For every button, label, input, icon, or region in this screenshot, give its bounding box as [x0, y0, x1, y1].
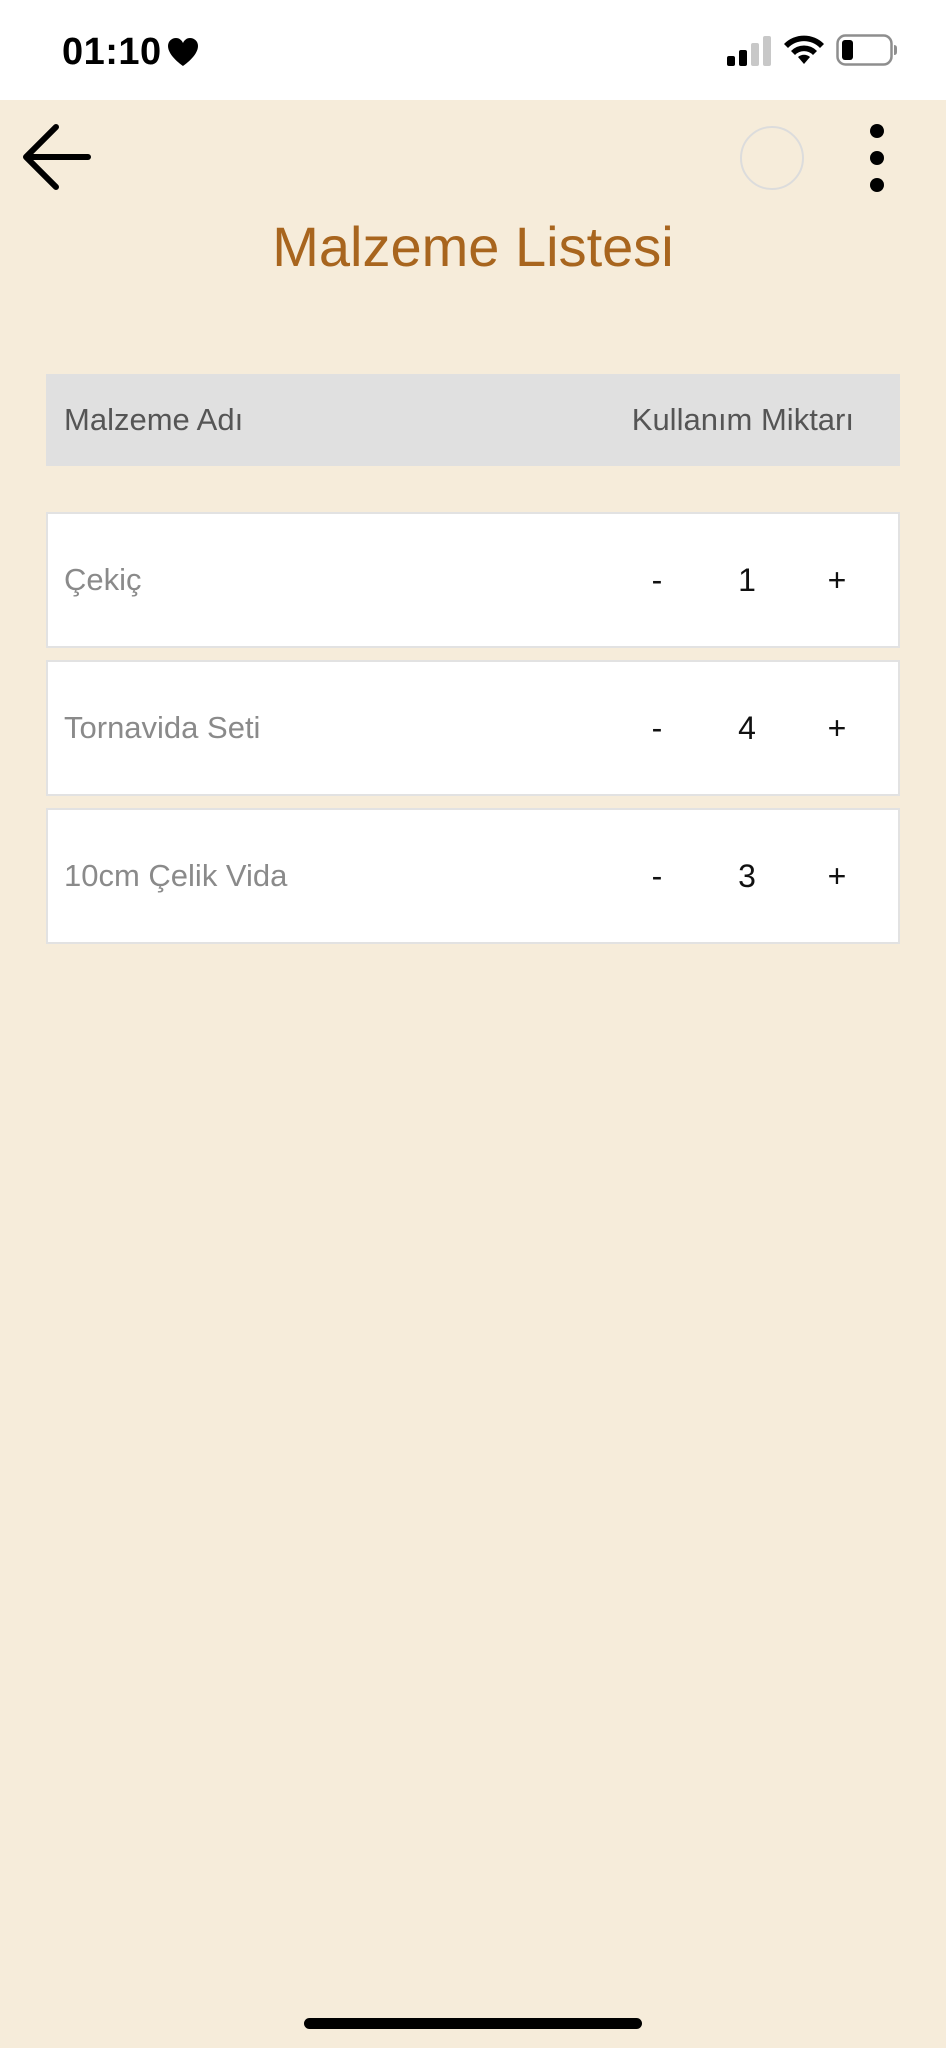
- header-material-name: Malzeme Adı: [64, 402, 244, 437]
- more-vertical-icon-dot: [870, 178, 884, 192]
- decrease-button[interactable]: -: [632, 514, 682, 646]
- quantity-value: 1: [738, 562, 756, 598]
- battery-icon: [836, 34, 897, 66]
- page-title: Malzeme Listesi: [272, 215, 674, 278]
- material-name: Tornavida Seti: [64, 710, 261, 745]
- heart-icon: [168, 38, 198, 66]
- arrow-left-icon: [23, 124, 91, 190]
- decrease-button[interactable]: -: [632, 662, 682, 794]
- wifi-icon: [784, 35, 824, 64]
- list-item: Çekiç - 1 +: [46, 512, 900, 648]
- more-vertical-icon-dot: [870, 124, 884, 138]
- status-circle-icon: [740, 126, 804, 190]
- home-indicator[interactable]: [304, 2018, 642, 2029]
- list-item: 10cm Çelik Vida - 3 +: [46, 808, 900, 944]
- material-name: 10cm Çelik Vida: [64, 858, 288, 893]
- increase-button[interactable]: +: [812, 514, 862, 646]
- status-time: 01:10: [62, 31, 162, 73]
- more-vertical-icon-dot: [870, 151, 884, 165]
- more-options-button[interactable]: [854, 118, 900, 198]
- increase-button[interactable]: +: [812, 662, 862, 794]
- back-button[interactable]: [18, 118, 96, 196]
- quantity-value: 4: [738, 710, 756, 746]
- list-item: Tornavida Seti - 4 +: [46, 660, 900, 796]
- material-name: Çekiç: [64, 562, 142, 597]
- status-bar: 01:10: [0, 0, 946, 100]
- table-header: Malzeme Adı Kullanım Miktarı: [46, 374, 900, 466]
- decrease-button[interactable]: -: [632, 810, 682, 942]
- increase-button[interactable]: +: [812, 810, 862, 942]
- signal-icon: [727, 36, 771, 66]
- quantity-value: 3: [738, 858, 756, 894]
- header-usage-quantity: Kullanım Miktarı: [631, 402, 854, 437]
